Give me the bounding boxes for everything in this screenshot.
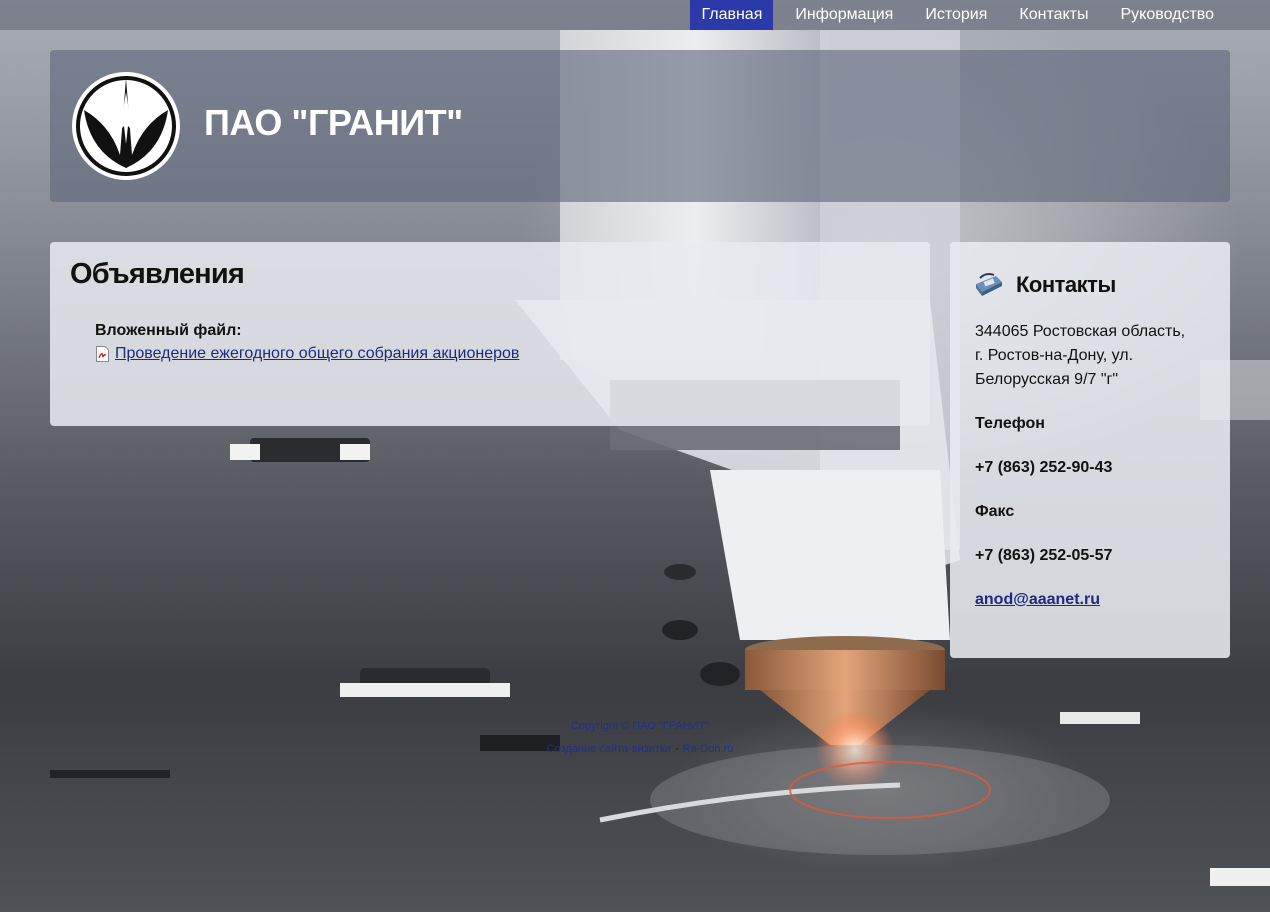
sidebar-title: Контакты	[1016, 272, 1116, 297]
top-navigation-bar: Главная Информация История Контакты Руко…	[0, 0, 1270, 30]
main-nav: Главная Информация История Контакты Руко…	[690, 0, 1230, 30]
attachment-link[interactable]: Проведение ежегодного общего собрания ак…	[115, 345, 519, 363]
nav-item-information[interactable]: Информация	[779, 0, 909, 30]
email-link[interactable]: anod@aaanet.ru	[975, 591, 1100, 608]
announcements-panel: Объявления Вложенный файл: Проведение еж…	[50, 242, 930, 426]
phone-label: Телефон	[975, 415, 1045, 432]
email-row: anod@aaanet.ru	[975, 588, 1100, 612]
nav-item-home[interactable]: Главная	[690, 0, 774, 30]
attachment-label: Вложенный файл:	[95, 322, 242, 339]
contacts-sidebar: Контакты 344065 Ростовская область, г. Р…	[950, 242, 1230, 658]
address-line-1: 344065 Ростовская область,	[975, 323, 1186, 340]
footer-copyright: Copyright © ПАО "ГРАНИТ"	[570, 720, 710, 732]
footer-developer-link[interactable]: Ra-Don.ru	[683, 743, 734, 755]
nav-item-contacts[interactable]: Контакты	[1003, 0, 1104, 30]
fax-label: Факс	[975, 503, 1015, 520]
site-title: ПАО "ГРАНИТ"	[204, 102, 463, 143]
company-logo[interactable]	[70, 70, 182, 182]
nav-item-history[interactable]: История	[909, 0, 1003, 30]
footer-separator: -	[674, 743, 679, 755]
phone-value: +7 (863) 252-90-43	[975, 459, 1113, 476]
attachment-row: Проведение ежегодного общего собрания ак…	[96, 345, 519, 363]
site-header: ПАО "ГРАНИТ"	[50, 50, 1230, 202]
pdf-icon	[96, 346, 109, 362]
page-title: Объявления	[70, 258, 245, 290]
fax-value: +7 (863) 252-05-57	[975, 547, 1113, 564]
footer-made-link[interactable]: Создание сайта-визитки	[547, 743, 671, 755]
nav-item-management[interactable]: Руководство	[1105, 0, 1231, 30]
phone-icon	[976, 273, 1002, 296]
footer-credits: Создание сайта-визитки - Ra-Don.ru	[0, 743, 1270, 755]
sidebar-header: Контакты	[974, 272, 1116, 298]
address-line-2: г. Ростов-на-Дону, ул.	[975, 347, 1134, 364]
address-line-3: Белорусская 9/7 "г"	[975, 371, 1119, 388]
